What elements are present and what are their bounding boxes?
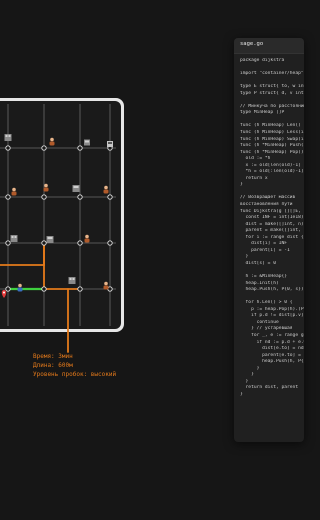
code-editor-header: sage.go bbox=[234, 38, 304, 54]
code-line: dist[e.to] = nd bbox=[240, 346, 304, 352]
code-line: func (h *MinHeap) Push(x bbox=[240, 143, 304, 149]
code-line: if p.d != dist[p.v] { bbox=[240, 313, 304, 319]
building-icon bbox=[107, 141, 113, 147]
map-node bbox=[5, 145, 11, 151]
code-line: for _, e := range g[p.v] bbox=[251, 332, 304, 338]
code-line: heap.Push(h, P{nd bbox=[240, 359, 304, 365]
code-line: func (h MinHeap) Less(i, j bbox=[240, 130, 304, 136]
building-icon bbox=[4, 134, 12, 141]
map-node bbox=[77, 240, 83, 246]
map-node bbox=[41, 194, 47, 200]
building-icon bbox=[46, 236, 54, 243]
map-node bbox=[41, 240, 47, 246]
code-line: } bbox=[240, 391, 243, 397]
map-node bbox=[77, 145, 83, 151]
code-line: parent = make([]int, n) bbox=[240, 228, 304, 234]
code-body[interactable]: package dijkstra import "container/heap" t… bbox=[240, 58, 304, 398]
building-icon bbox=[84, 139, 90, 146]
code-line: const INF = int(1e18) bbox=[240, 215, 304, 221]
route-traffic-level: Уровень пробок: высокий bbox=[33, 371, 117, 378]
building-icon bbox=[68, 277, 76, 284]
tablet-screen bbox=[0, 101, 121, 329]
code-line: import "container/heap" bbox=[240, 71, 304, 77]
map-node bbox=[41, 286, 47, 292]
map-node bbox=[77, 286, 83, 292]
code-line: type E struct{ to, w int } bbox=[240, 84, 304, 90]
code-line: return dist, parent bbox=[240, 385, 299, 391]
code-line: heap.Push(h, P{0, s}) bbox=[240, 287, 304, 293]
code-line: type P struct{ d, v int } bbox=[240, 90, 304, 96]
map-node bbox=[5, 286, 11, 292]
map-node bbox=[107, 194, 113, 200]
route-time: Время: 3мин bbox=[33, 353, 73, 360]
route-info: Время: 3мин Длина: 600м Уровень пробок: … bbox=[33, 352, 143, 379]
code-filename: sage.go bbox=[240, 41, 264, 47]
map-node bbox=[77, 194, 83, 200]
map-node bbox=[5, 240, 11, 246]
building-icon bbox=[72, 185, 80, 192]
route-distance: Длина: 600м bbox=[33, 362, 73, 369]
map-node bbox=[5, 194, 11, 200]
map-node bbox=[41, 145, 47, 151]
code-line: *h = old[:len(old)-1] bbox=[240, 169, 304, 175]
map-node bbox=[107, 240, 113, 246]
code-editor-panel[interactable]: sage.go package dijkstra import "containe… bbox=[234, 38, 304, 442]
building-icon bbox=[10, 235, 18, 242]
